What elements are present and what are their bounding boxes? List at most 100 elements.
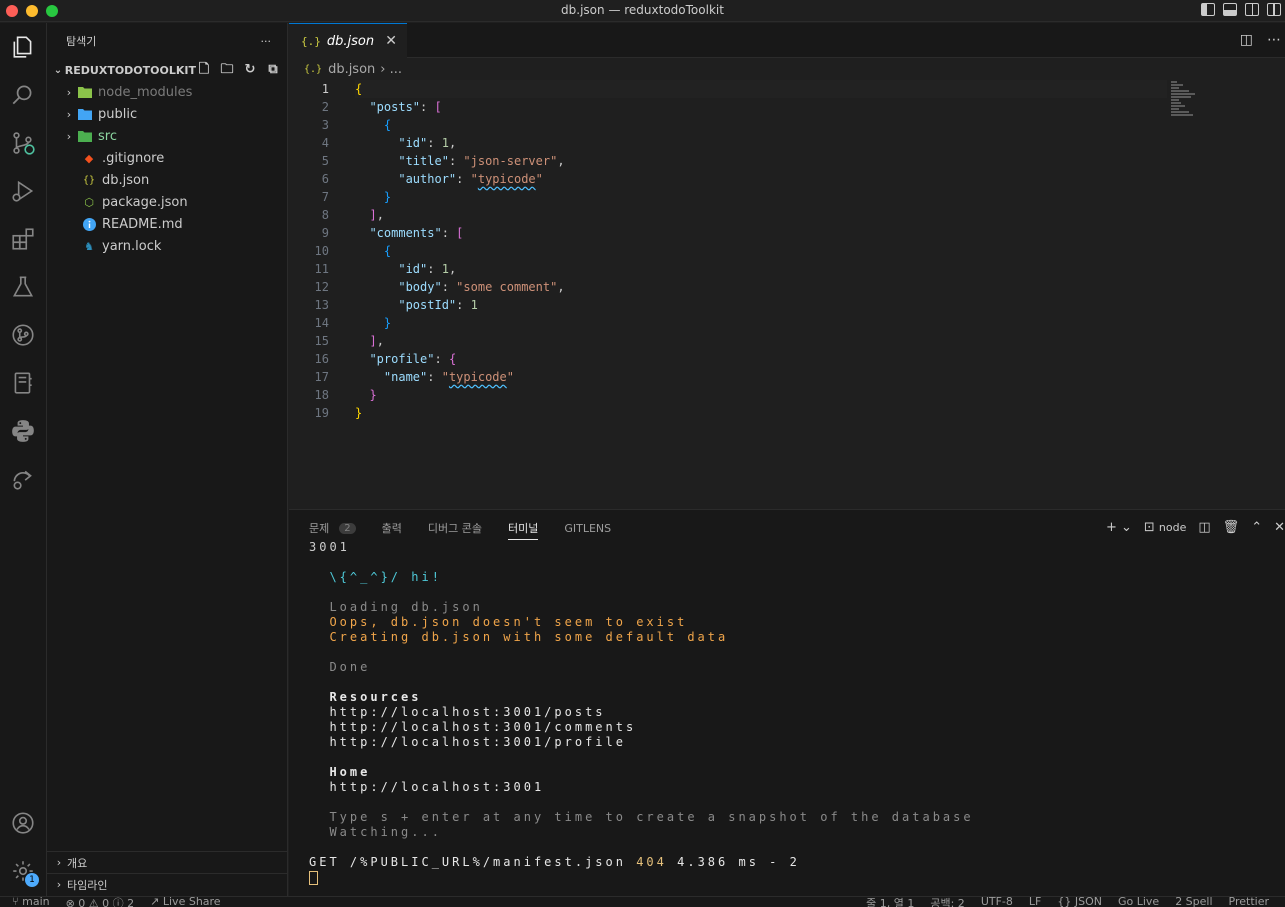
line-number: 13 — [314, 298, 329, 312]
problems-indicator[interactable]: ⊗ 0 ⚠ 0 ⓘ 2 — [66, 897, 135, 907]
account-icon[interactable] — [9, 809, 37, 837]
line-number: 6 — [321, 172, 329, 186]
code-line: 4 "id": 1, — [289, 134, 1285, 152]
tree-folder-node-modules[interactable]: › node_modules — [47, 81, 287, 103]
problems-count-badge: 2 — [339, 522, 356, 534]
terminal-text: Type s + enter at any time to create a s… — [329, 810, 974, 824]
spell-check[interactable]: 2 Spell — [1175, 897, 1212, 907]
indentation[interactable]: 공백: 2 — [930, 897, 964, 907]
branch-indicator[interactable]: ⑂ main — [12, 897, 50, 907]
collapse-all-icon[interactable]: ⧉ — [265, 62, 281, 78]
terminal-line: http://localhost:3001/posts — [309, 705, 1269, 720]
line-number: 14 — [314, 316, 329, 330]
close-icon[interactable]: ✕ — [385, 33, 397, 49]
tree-file-yarn-lock[interactable]: ♞ yarn.lock — [47, 235, 287, 257]
tab-label: 디버그 콘솔 — [427, 522, 482, 535]
split-terminal-icon[interactable]: ◫ — [1198, 520, 1210, 535]
terminal-line — [309, 870, 1269, 885]
terminal-text: \{^_^}/ hi! — [329, 570, 442, 584]
http-status: 404 — [636, 855, 667, 869]
tree-file-readme[interactable]: README.md — [47, 213, 287, 235]
remote-explorer-icon[interactable] — [9, 465, 37, 493]
new-file-icon[interactable]: 🗋 — [196, 62, 212, 78]
toggle-secondary-sidebar-icon[interactable] — [1245, 3, 1259, 16]
tab-label: 문제 — [309, 522, 330, 535]
tab-label: 출력 — [381, 522, 402, 535]
terminal-text: Loading db.json — [329, 600, 483, 614]
terminal-link[interactable]: http://localhost:3001/posts — [329, 705, 605, 719]
language-mode[interactable]: {} JSON — [1057, 897, 1102, 907]
tree-folder-src[interactable]: › src — [47, 125, 287, 147]
code-line: 5 "title": "json-server", — [289, 152, 1285, 170]
new-terminal-icon[interactable]: + ⌄ — [1106, 520, 1132, 535]
tree-file-gitignore[interactable]: ◆ .gitignore — [47, 147, 287, 169]
liveshare-button[interactable]: ↗ Live Share — [150, 896, 221, 907]
code-line: 9 "comments": [ — [289, 224, 1285, 242]
close-panel-icon[interactable]: ✕ — [1274, 520, 1285, 535]
code-line: 19} — [289, 404, 1285, 422]
refresh-icon[interactable]: ↻ — [242, 62, 258, 78]
more-actions-icon[interactable]: ⋯ — [1267, 32, 1281, 48]
run-debug-icon[interactable] — [9, 177, 37, 205]
breadcrumb-rest[interactable]: › ... — [380, 62, 402, 77]
tree-file-db-json[interactable]: {} db.json — [47, 169, 287, 191]
line-number: 12 — [314, 280, 329, 294]
prettier-status[interactable]: Prettier — [1229, 897, 1269, 907]
end-of-line[interactable]: LF — [1029, 897, 1041, 907]
outline-section[interactable]: › 개요 — [47, 851, 287, 873]
terminal-shell-selector[interactable]: ⊡ node — [1144, 520, 1187, 535]
go-live-button[interactable]: Go Live — [1118, 897, 1159, 907]
toggle-primary-sidebar-icon[interactable] — [1201, 3, 1215, 16]
terminal-text: Creating db.json with some default data — [329, 630, 729, 644]
explorer-icon[interactable] — [9, 33, 37, 61]
line-number: 17 — [314, 370, 329, 384]
maximize-panel-icon[interactable]: ⌃ — [1251, 520, 1262, 535]
timeline-section[interactable]: › 타임라인 — [47, 873, 287, 895]
notebook-icon[interactable] — [9, 369, 37, 397]
customize-layout-icon[interactable] — [1267, 3, 1281, 16]
python-icon[interactable] — [9, 417, 37, 445]
terminal-line: Loading db.json — [309, 600, 1269, 615]
yarn-icon: ♞ — [84, 239, 94, 253]
encoding[interactable]: UTF-8 — [981, 897, 1013, 907]
search-icon[interactable] — [9, 81, 37, 109]
tree-item-label: README.md — [102, 216, 183, 232]
testing-icon[interactable] — [9, 273, 37, 301]
tab-db-json[interactable]: {.} db.json ✕ — [289, 23, 407, 58]
project-section-header[interactable]: ⌄ REDUXTODOTOOLKIT 🗋 🗀 ↻ ⧉ — [47, 59, 287, 81]
explorer-more-button[interactable]: ··· — [261, 35, 272, 48]
terminal-link[interactable]: http://localhost:3001/comments — [329, 720, 636, 734]
terminal-output[interactable]: 3001 \{^_^}/ hi! Loading db.json Oops, d… — [309, 540, 1269, 885]
terminal-line: GET /%PUBLIC_URL%/manifest.json 404 4.38… — [309, 855, 1269, 870]
cursor-position[interactable]: 줄 1, 열 1 — [866, 897, 914, 907]
code-line: 15 ], — [289, 332, 1285, 350]
gitlens-icon[interactable] — [9, 321, 37, 349]
terminal-line: Watching... — [309, 825, 1269, 840]
trash-icon[interactable]: 🗑 — [1223, 520, 1240, 535]
chevron-right-icon: › — [66, 107, 72, 121]
line-number: 15 — [314, 334, 329, 348]
minimap[interactable] — [1171, 81, 1201, 121]
code-line: 8 ], — [289, 206, 1285, 224]
layout-controls — [1201, 3, 1281, 16]
line-number: 9 — [321, 226, 329, 240]
new-folder-icon[interactable]: 🗀 — [219, 62, 235, 78]
terminal-text: Home — [329, 765, 371, 779]
settings-gear-icon[interactable]: 1 — [9, 857, 39, 887]
explorer-sidebar: 탐색기 ··· ⌄ REDUXTODOTOOLKIT 🗋 🗀 ↻ ⧉ › nod… — [47, 23, 288, 896]
extensions-icon[interactable] — [9, 225, 37, 253]
tree-folder-public[interactable]: › public — [47, 103, 287, 125]
code-editor[interactable]: 1{ 2 "posts": [ 3 { 4 "id": 1, 5 "title"… — [289, 80, 1285, 422]
split-editor-icon[interactable]: ◫ — [1240, 32, 1253, 48]
tree-file-package-json[interactable]: ⬡ package.json — [47, 191, 287, 213]
terminal-link[interactable]: http://localhost:3001/profile — [329, 735, 626, 749]
liveshare-label: Live Share — [162, 896, 221, 907]
breadcrumb-file[interactable]: db.json — [328, 62, 375, 77]
terminal-link[interactable]: http://localhost:3001 — [329, 780, 544, 794]
git-icon: ◆ — [84, 151, 94, 165]
line-number: 10 — [314, 244, 329, 258]
toggle-panel-icon[interactable] — [1223, 3, 1237, 16]
source-control-icon[interactable] — [9, 129, 37, 157]
